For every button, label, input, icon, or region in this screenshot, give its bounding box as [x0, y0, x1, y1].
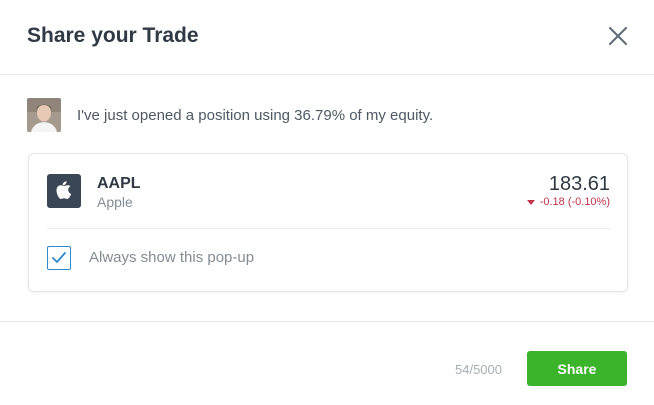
- price-change: -0.18 (-0.10%): [526, 196, 610, 208]
- down-arrow-icon: [526, 199, 535, 205]
- price-change-value: -0.18 (-0.10%): [539, 196, 610, 208]
- avatar: [27, 98, 61, 132]
- instrument-card: AAPL Apple 183.61 -0.18 (-0.10%) Always …: [28, 153, 628, 292]
- close-icon[interactable]: [608, 26, 628, 46]
- always-show-checkbox[interactable]: [47, 246, 71, 270]
- share-trade-dialog: Share your Trade I've just opened a posi…: [0, 0, 654, 405]
- apple-logo-icon: [47, 174, 81, 208]
- instrument-company: Apple: [97, 194, 133, 210]
- character-counter: 54/5000: [455, 362, 502, 377]
- share-message-row: I've just opened a position using 36.79%…: [27, 98, 433, 132]
- instrument-symbol: AAPL: [97, 175, 141, 192]
- always-show-label[interactable]: Always show this pop-up: [89, 249, 254, 266]
- card-divider: [47, 228, 611, 229]
- checkmark-icon: [52, 252, 66, 263]
- dialog-header: Share your Trade: [0, 0, 654, 75]
- share-message-text[interactable]: I've just opened a position using 36.79%…: [77, 107, 433, 124]
- instrument-price: 183.61: [548, 173, 610, 195]
- dialog-title: Share your Trade: [27, 24, 199, 47]
- share-button[interactable]: Share: [527, 351, 627, 386]
- footer-divider: [0, 321, 654, 322]
